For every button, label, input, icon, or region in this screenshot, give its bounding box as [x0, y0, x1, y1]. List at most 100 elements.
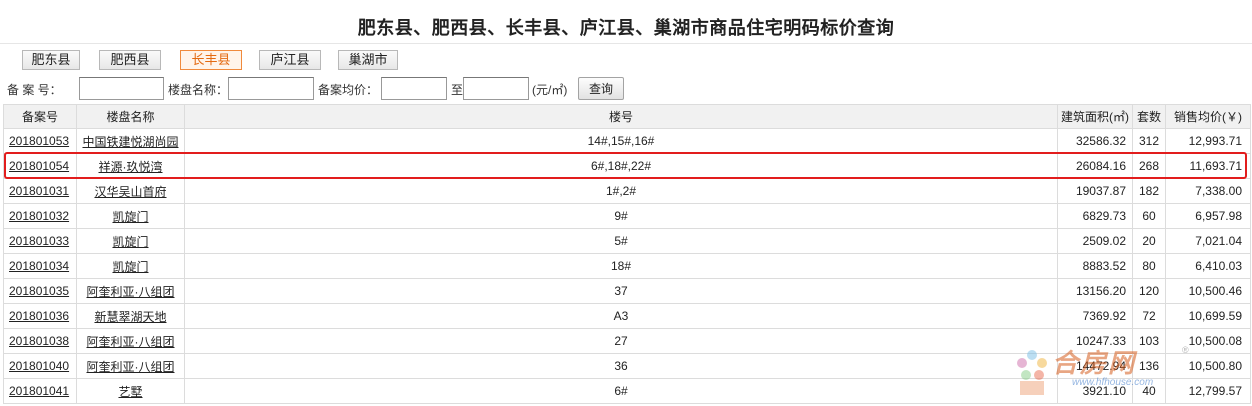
project-name-link[interactable]: 凯旋门 [112, 210, 148, 224]
project-name-link[interactable]: 阿奎利亚·八组团 [87, 360, 175, 374]
table-row: 201801041 艺墅 6# 3921.10 40 12,799.57 [3, 378, 1251, 404]
area-cell: 7369.92 [1057, 303, 1133, 329]
avg-price-cell: 7,338.00 [1165, 178, 1251, 204]
record-no-cell: 201801032 [3, 203, 77, 229]
project-name-link[interactable]: 汉华吴山首府 [94, 185, 166, 199]
building-cell: A3 [184, 303, 1058, 329]
record-no-cell: 201801053 [3, 128, 77, 154]
units-cell: 136 [1132, 353, 1166, 379]
project-name-link[interactable]: 阿奎利亚·八组团 [87, 335, 175, 349]
project-name-link[interactable]: 艺墅 [118, 385, 142, 399]
avg-price-cell: 6,410.03 [1165, 253, 1251, 279]
record-no-link[interactable]: 201801040 [9, 359, 69, 373]
tab-feixi[interactable]: 肥西县 [99, 50, 161, 70]
record-no-link[interactable]: 201801036 [9, 309, 69, 323]
tab-lujiang[interactable]: 庐江县 [259, 50, 321, 70]
project-name-cell: 新慧翠湖天地 [76, 303, 185, 329]
building-cell: 14#,15#,16# [184, 128, 1058, 154]
search-form: 备 案 号： 楼盘名称： 备案均价： 至 (元/㎡) 查询 [6, 77, 1246, 101]
units-cell: 20 [1132, 228, 1166, 254]
units-cell: 120 [1132, 278, 1166, 304]
record-no-label: 备 案 号： [7, 83, 62, 97]
project-name-cell: 凯旋门 [76, 228, 185, 254]
building-cell: 27 [184, 328, 1058, 354]
record-no-cell: 201801031 [3, 178, 77, 204]
project-name-link[interactable]: 祥源·玖悦湾 [99, 160, 163, 174]
record-no-input[interactable] [79, 77, 164, 100]
table-row: 201801036 新慧翠湖天地 A3 7369.92 72 10,699.59 [3, 303, 1251, 329]
units-cell: 312 [1132, 128, 1166, 154]
area-cell: 3921.10 [1057, 378, 1133, 404]
table-row: 201801031 汉华吴山首府 1#,2# 19037.87 182 7,338.00 [3, 178, 1251, 204]
tab-feidong[interactable]: 肥东县 [22, 50, 80, 70]
record-no-link[interactable]: 201801035 [9, 284, 69, 298]
area-cell: 2509.02 [1057, 228, 1133, 254]
tab-changfeng[interactable]: 长丰县 [180, 50, 242, 70]
table-row: 201801034 凯旋门 18# 8883.52 80 6,410.03 [3, 253, 1251, 279]
building-cell: 18# [184, 253, 1058, 279]
record-no-cell: 201801041 [3, 378, 77, 404]
building-cell: 37 [184, 278, 1058, 304]
unit-label: (元/㎡) [532, 83, 568, 97]
record-no-cell: 201801036 [3, 303, 77, 329]
area-cell: 10247.33 [1057, 328, 1133, 354]
project-name-cell: 汉华吴山首府 [76, 178, 185, 204]
building-cell: 9# [184, 203, 1058, 229]
record-no-cell: 201801054 [3, 153, 77, 179]
project-name-link[interactable]: 中国铁建悦湖尚园 [82, 135, 178, 149]
avg-price-cell: 10,699.59 [1165, 303, 1251, 329]
record-no-link[interactable]: 201801031 [9, 184, 69, 198]
price-to-label: 至 [451, 83, 464, 97]
area-cell: 19037.87 [1057, 178, 1133, 204]
avg-price-cell: 12,799.57 [1165, 378, 1251, 404]
avg-price-label: 备案均价： [318, 83, 379, 97]
record-no-link[interactable]: 201801041 [9, 384, 69, 398]
record-no-link[interactable]: 201801038 [9, 334, 69, 348]
header-units: 套数 [1132, 104, 1166, 129]
table-row: 201801040 阿奎利亚·八组团 36 14472.94 136 10,500.80 [3, 353, 1251, 379]
results-table: 备案号 楼盘名称 楼号 建筑面积(㎡) 套数 销售均价(￥) 201801053… [3, 104, 1251, 404]
table-row: 201801054 祥源·玖悦湾 6#,18#,22# 26084.16 268 11,6… [3, 153, 1251, 179]
record-no-link[interactable]: 201801032 [9, 209, 69, 223]
avg-price-cell: 10,500.46 [1165, 278, 1251, 304]
header-area: 建筑面积(㎡) [1057, 104, 1133, 129]
units-cell: 40 [1132, 378, 1166, 404]
project-name-cell: 阿奎利亚·八组团 [76, 353, 185, 379]
area-cell: 14472.94 [1057, 353, 1133, 379]
project-name-cell: 中国铁建悦湖尚园 [76, 128, 185, 154]
header-project-name: 楼盘名称 [76, 104, 185, 129]
header-record-no: 备案号 [3, 104, 77, 129]
record-no-link[interactable]: 201801033 [9, 234, 69, 248]
project-name-link[interactable]: 新慧翠湖天地 [94, 310, 166, 324]
avg-price-cell: 6,957.98 [1165, 203, 1251, 229]
units-cell: 268 [1132, 153, 1166, 179]
project-name-link[interactable]: 凯旋门 [112, 235, 148, 249]
tab-chaohu[interactable]: 巢湖市 [338, 50, 398, 70]
units-cell: 182 [1132, 178, 1166, 204]
record-no-link[interactable]: 201801034 [9, 259, 69, 273]
query-button[interactable]: 查询 [578, 77, 624, 100]
project-name-input[interactable] [228, 77, 314, 100]
project-name-cell: 凯旋门 [76, 253, 185, 279]
area-cell: 6829.73 [1057, 203, 1133, 229]
record-no-link[interactable]: 201801054 [9, 159, 69, 173]
building-cell: 6# [184, 378, 1058, 404]
price-from-input[interactable] [381, 77, 447, 100]
project-name-cell: 祥源·玖悦湾 [76, 153, 185, 179]
price-to-input[interactable] [463, 77, 529, 100]
project-name-link[interactable]: 阿奎利亚·八组团 [87, 285, 175, 299]
building-cell: 1#,2# [184, 178, 1058, 204]
table-row: 201801032 凯旋门 9# 6829.73 60 6,957.98 [3, 203, 1251, 229]
title-bar: 肥东县、肥西县、长丰县、庐江县、巢湖市商品住宅明码标价查询 [0, 4, 1252, 44]
page: 肥东县、肥西县、长丰县、庐江县、巢湖市商品住宅明码标价查询 肥东县 肥西县 长丰… [0, 0, 1252, 406]
project-name-link[interactable]: 凯旋门 [112, 260, 148, 274]
avg-price-cell: 7,021.04 [1165, 228, 1251, 254]
record-no-cell: 201801035 [3, 278, 77, 304]
units-cell: 80 [1132, 253, 1166, 279]
record-no-link[interactable]: 201801053 [9, 134, 69, 148]
project-name-label: 楼盘名称： [168, 83, 229, 97]
avg-price-cell: 11,693.71 [1165, 153, 1251, 179]
record-no-cell: 201801040 [3, 353, 77, 379]
table-body: 201801053 中国铁建悦湖尚园 14#,15#,16# 32586.32 312 1… [3, 128, 1251, 404]
project-name-cell: 艺墅 [76, 378, 185, 404]
